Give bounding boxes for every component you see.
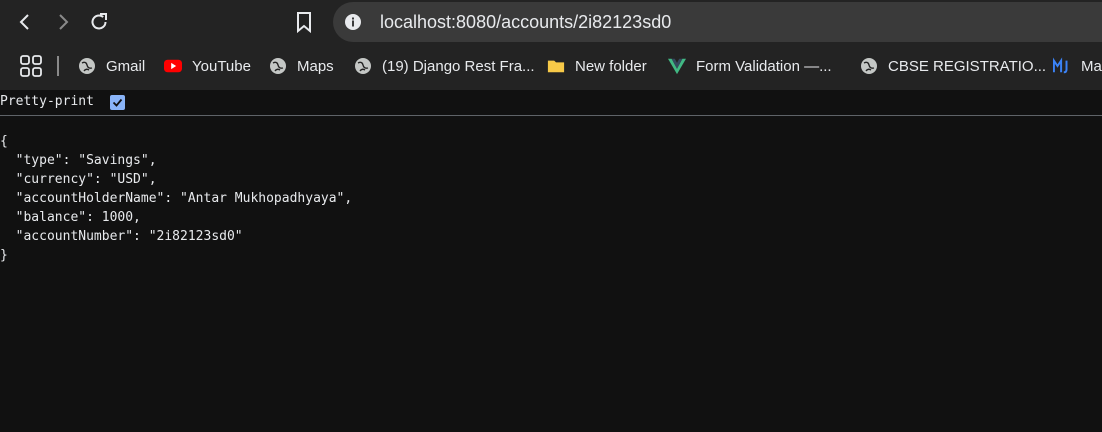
bookmark-label: (19) Django Rest Fra... [382,57,535,75]
pretty-print-checkbox[interactable] [110,95,125,110]
globe-icon [860,57,878,75]
info-icon[interactable] [343,12,363,32]
json-line-balance: "balance": 1000, [0,210,141,225]
bookmark-youtube[interactable]: YouTube [164,55,251,77]
bookmark-label: Maps [297,57,334,75]
arrow-right-icon [59,14,69,30]
bookmark-maps[interactable]: Maps [269,55,334,77]
bookmark-ma[interactable]: Ma [1053,55,1102,77]
checkmark-icon [112,98,123,107]
address-bar[interactable]: localhost:8080/accounts/2i82123sd0 [333,2,1102,42]
bookmark-label: YouTube [192,57,251,75]
bookmark-label: Form Validation —... [696,57,832,75]
apps-grid-icon[interactable] [19,54,43,78]
bookmark-cbse-registration[interactable]: CBSE REGISTRATIO... [860,55,1046,77]
browser-toolbar: localhost:8080/accounts/2i82123sd0 [0,0,1102,44]
json-brace-open: { [0,134,8,149]
youtube-icon [164,57,182,75]
json-line-account-number: "accountNumber": "2i82123sd0" [0,229,243,244]
globe-icon [78,57,96,75]
bookmark-label: New folder [575,57,647,75]
back-button[interactable] [9,6,41,38]
reload-button[interactable] [83,6,115,38]
pretty-print-label: Pretty-print [0,94,94,109]
json-line-currency: "currency": "USD", [0,172,157,187]
bookmark-label: CBSE REGISTRATIO... [888,57,1047,75]
bookmark-form-validation[interactable]: Form Validation —... [668,55,832,77]
json-line-account-holder-name: "accountHolderName": "Antar Mukhopadhyay… [0,191,353,206]
bookmarks-separator [57,56,59,76]
json-viewer: { "type": "Savings", "currency": "USD", … [0,132,352,265]
bookmark-label: Ma [1081,57,1102,75]
vue-icon [668,57,686,75]
mj-icon [1053,57,1071,75]
bookmark-new-folder[interactable]: New folder [547,55,647,77]
bookmark-django-rest[interactable]: (19) Django Rest Fra... [354,55,535,77]
bookmark-icon [297,12,311,33]
bookmark-gmail[interactable]: Gmail [78,55,145,77]
json-line-type: "type": "Savings", [0,153,157,168]
bookmarks-bar: Gmail YouTube Maps (19) Django Rest Fra.… [0,44,1102,90]
arrow-left-icon [19,14,29,30]
bookmark-label: Gmail [106,57,146,75]
bookmark-button[interactable] [288,6,320,38]
globe-icon [269,57,287,75]
folder-icon [547,57,565,75]
forward-button[interactable] [47,6,79,38]
url-text[interactable]: localhost:8080/accounts/2i82123sd0 [380,12,671,32]
json-brace-close: } [0,248,8,263]
reload-icon [91,13,107,30]
globe-icon [354,57,372,75]
pretty-print-bar: Pretty-print [0,90,1102,116]
